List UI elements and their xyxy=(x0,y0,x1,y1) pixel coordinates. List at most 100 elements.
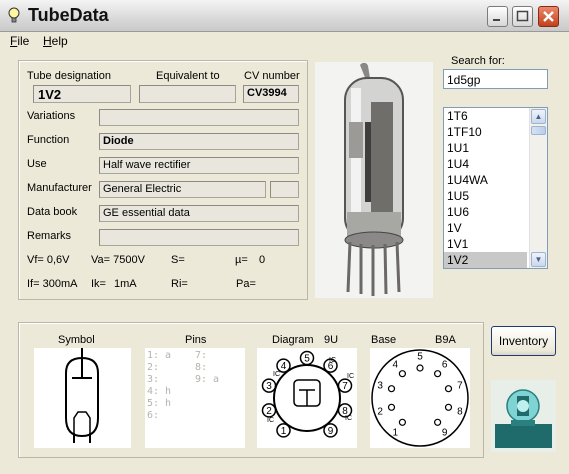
tube-designation-field[interactable]: 1V2 xyxy=(33,85,131,103)
diagram-pin-label: 5 xyxy=(304,354,310,365)
base-pin-label: 8 xyxy=(457,407,463,418)
scroll-thumb[interactable] xyxy=(531,126,546,135)
close-button[interactable] xyxy=(538,6,559,27)
list-item[interactable]: 1T6 xyxy=(444,108,527,124)
pins-col2: 7: 8: 9: a xyxy=(195,350,219,386)
list-item[interactable]: 1U4 xyxy=(444,156,527,172)
manufacturer-field[interactable]: General Electric xyxy=(99,181,266,198)
scroll-down-button[interactable]: ▼ xyxy=(531,252,546,267)
tube-designation-label: Tube designation xyxy=(27,70,111,82)
vf-value: Vf= 0,6V xyxy=(27,254,70,266)
pins-col1: 1: a 2: 3: 4: h 5: h 6: xyxy=(147,350,171,422)
pin-entry: 5: h xyxy=(147,398,172,409)
base-pin-label: 2 xyxy=(377,407,383,418)
pin-diagram: 123456789 ICICICIC IC xyxy=(261,350,354,438)
remarks-label: Remarks xyxy=(27,230,72,242)
mu-value: 0 xyxy=(259,254,266,266)
window-title: TubeData xyxy=(28,5,109,25)
variations-label: Variations xyxy=(27,110,76,122)
list-item[interactable]: 1U5 xyxy=(444,188,527,204)
symbol-label: Symbol xyxy=(58,334,95,346)
list-item[interactable]: 1V1 xyxy=(444,236,527,252)
diagram-pin-label: 1 xyxy=(281,426,287,437)
function-label: Function xyxy=(27,134,70,146)
base-diagram: 12 34 5 67 89 xyxy=(371,349,469,447)
diagram-pin-label: 9 xyxy=(328,426,334,437)
cv-number-field[interactable]: CV3994 xyxy=(243,85,299,103)
va-value: Va= 7500V xyxy=(91,254,145,266)
ri-value: Ri= xyxy=(171,278,188,290)
list-item[interactable]: 1U1 xyxy=(444,140,527,156)
list-item[interactable]: 1U6 xyxy=(444,204,527,220)
manufacturer-code-field[interactable] xyxy=(270,181,299,198)
base-pin xyxy=(416,364,424,372)
list-item-selected[interactable]: 1V2 xyxy=(444,252,527,268)
manufacturer-label: Manufacturer xyxy=(27,182,92,194)
lightbulb-icon xyxy=(8,7,20,23)
pin-entry: 9: a xyxy=(195,374,220,385)
search-input[interactable]: 1d5gp xyxy=(443,69,548,89)
symbol-panel xyxy=(34,348,131,448)
list-item[interactable]: 1V xyxy=(444,220,527,236)
base-pin-label: 6 xyxy=(442,360,448,371)
ic-label: IC xyxy=(347,373,354,380)
if-value: If= 300mA xyxy=(27,278,78,290)
pa-value: Pa= xyxy=(236,278,256,290)
remarks-field[interactable] xyxy=(99,229,299,246)
base-pin xyxy=(387,385,396,393)
scroll-up-button[interactable]: ▲ xyxy=(531,109,546,124)
pin-entry: 7: xyxy=(195,350,208,361)
base-label: Base xyxy=(371,334,397,346)
diagram-code: 9U xyxy=(324,334,339,346)
data-book-label: Data book xyxy=(27,206,78,218)
list-item[interactable]: 1U4WA xyxy=(444,172,527,188)
tube-logo xyxy=(491,380,556,452)
base-pin xyxy=(387,403,396,411)
base-pin-label: 3 xyxy=(377,381,383,392)
pin-entry: 2: xyxy=(147,362,160,373)
diode-symbol xyxy=(65,348,99,443)
base-pin xyxy=(444,403,453,411)
data-book-field[interactable]: GE essential data xyxy=(99,205,299,222)
menu-help[interactable]: Help xyxy=(43,34,68,48)
base-code: B9A xyxy=(435,334,456,346)
ic-label: IC xyxy=(273,371,280,378)
base-pin-label: 5 xyxy=(417,352,423,363)
ic-label: IC xyxy=(345,415,352,422)
function-field[interactable]: Diode xyxy=(99,133,299,150)
ik-value: 1mA xyxy=(114,278,137,290)
pin-entry: 4: h xyxy=(147,386,172,397)
base-pin-label: 9 xyxy=(442,428,448,439)
ic-label: IC xyxy=(329,357,336,364)
maximize-button[interactable] xyxy=(512,6,533,27)
list-scrollbar[interactable]: ▲ ▼ xyxy=(529,108,547,268)
base-pin xyxy=(433,370,442,378)
minimize-button[interactable] xyxy=(487,6,508,27)
pin-entry: 8: xyxy=(195,362,208,373)
base-pin xyxy=(444,385,453,393)
base-pin xyxy=(398,418,407,426)
inventory-button[interactable]: Inventory xyxy=(491,326,556,356)
use-field[interactable]: Half wave rectifier xyxy=(99,157,299,174)
base-pin xyxy=(433,418,442,426)
variations-field[interactable] xyxy=(99,109,299,126)
use-label: Use xyxy=(27,158,47,170)
mu-label: µ= xyxy=(235,254,248,266)
cv-number-label: CV number xyxy=(244,70,300,82)
pins-label: Pins xyxy=(185,334,207,346)
tube-list[interactable]: 1T6 1TF10 1U1 1U4 1U4WA 1U5 1U6 1V 1V1 1… xyxy=(443,107,548,269)
diagram-pin-label: 7 xyxy=(342,381,348,392)
equivalent-field[interactable] xyxy=(139,85,236,103)
ic-label: IC xyxy=(267,417,274,424)
diagram-label: Diagram xyxy=(272,334,314,346)
diagram-panel: 123456789 IC IC IC IC IC xyxy=(257,348,357,448)
base-pin xyxy=(398,370,407,378)
s-value: S= xyxy=(171,254,185,266)
pin-entry: 1: a xyxy=(147,350,172,361)
base-pin-label: 7 xyxy=(457,381,463,392)
pins-panel: 1: a 2: 3: 4: h 5: h 6: 7: 8: 9: a xyxy=(145,348,245,448)
equivalent-label: Equivalent to xyxy=(156,70,220,82)
menu-file[interactable]: File xyxy=(10,34,29,48)
diagram-pin-label: 3 xyxy=(266,381,272,392)
list-item[interactable]: 1TF10 xyxy=(444,124,527,140)
